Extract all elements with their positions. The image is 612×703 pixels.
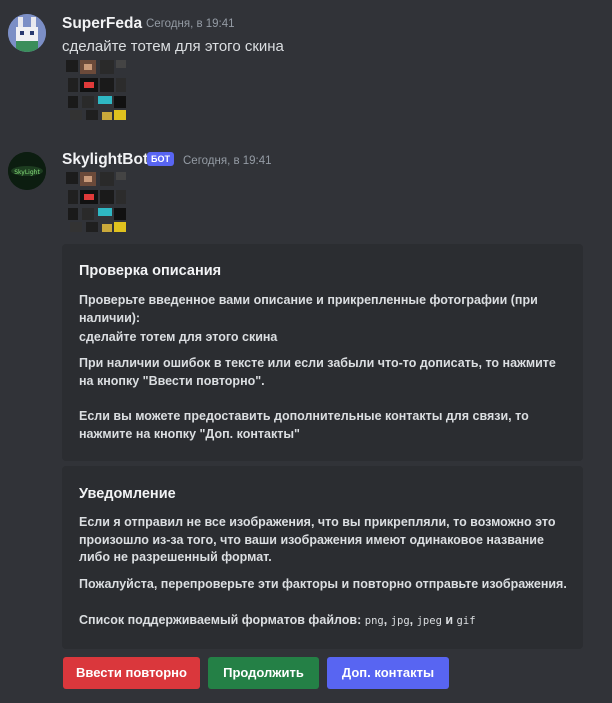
timestamp: Сегодня, в 19:41: [146, 18, 235, 30]
embed-paragraph: Если я отправил не все изображения, что …: [79, 515, 556, 564]
skin-image-attachment[interactable]: [64, 58, 130, 129]
format-code: png: [364, 615, 384, 627]
contacts-button[interactable]: Доп. контакты: [327, 657, 449, 689]
format-code: jpg: [390, 615, 410, 627]
bot-badge: БОТ: [147, 152, 174, 166]
format-code: jpeg: [416, 615, 442, 627]
skylight-logo-icon: SkyLight: [8, 152, 46, 190]
rabbit-avatar-icon: [8, 14, 46, 52]
embed-paragraph: сделайте тотем для этого скина: [79, 330, 278, 344]
embed-paragraph: При наличии ошибок в тексте или если заб…: [79, 356, 556, 388]
embed-paragraph: Проверьте введенное вами описание и прик…: [79, 293, 538, 325]
embed-paragraph: Пожалуйста, перепроверьте эти факторы и …: [79, 577, 567, 591]
formats-line: Список поддерживаемый форматов файлов: p…: [79, 612, 571, 631]
embed-paragraph: Если вы можете предоставить дополнительн…: [79, 409, 529, 441]
bot-username[interactable]: SkylightBot: [62, 151, 148, 169]
minecraft-skin-icon: [66, 172, 126, 232]
username[interactable]: SuperFeda: [62, 15, 142, 33]
bot-avatar[interactable]: SkyLight: [8, 152, 46, 190]
retry-button[interactable]: Ввести повторно: [63, 657, 200, 689]
description-check-embed: Проверка описания Проверьте введенное ва…: [62, 244, 583, 461]
format-code: gif: [456, 615, 476, 627]
separator: и: [441, 613, 457, 627]
message-text: сделайте тотем для этого скина: [62, 38, 284, 55]
timestamp: Сегодня, в 19:41: [183, 155, 272, 167]
separator: ,: [383, 613, 391, 627]
continue-button[interactable]: Продолжить: [208, 657, 319, 689]
notification-embed: Уведомление Если я отправил не все изобр…: [62, 466, 583, 649]
minecraft-skin-icon: [66, 60, 126, 120]
user-avatar[interactable]: [8, 14, 46, 52]
separator: ,: [409, 613, 417, 627]
avatar-logo-text: SkyLight: [14, 169, 40, 176]
formats-label: Список поддерживаемый форматов файлов:: [79, 613, 362, 627]
skin-image-attachment[interactable]: [64, 170, 130, 243]
embed-title: Уведомление: [79, 486, 176, 502]
embed-title: Проверка описания: [79, 263, 222, 279]
